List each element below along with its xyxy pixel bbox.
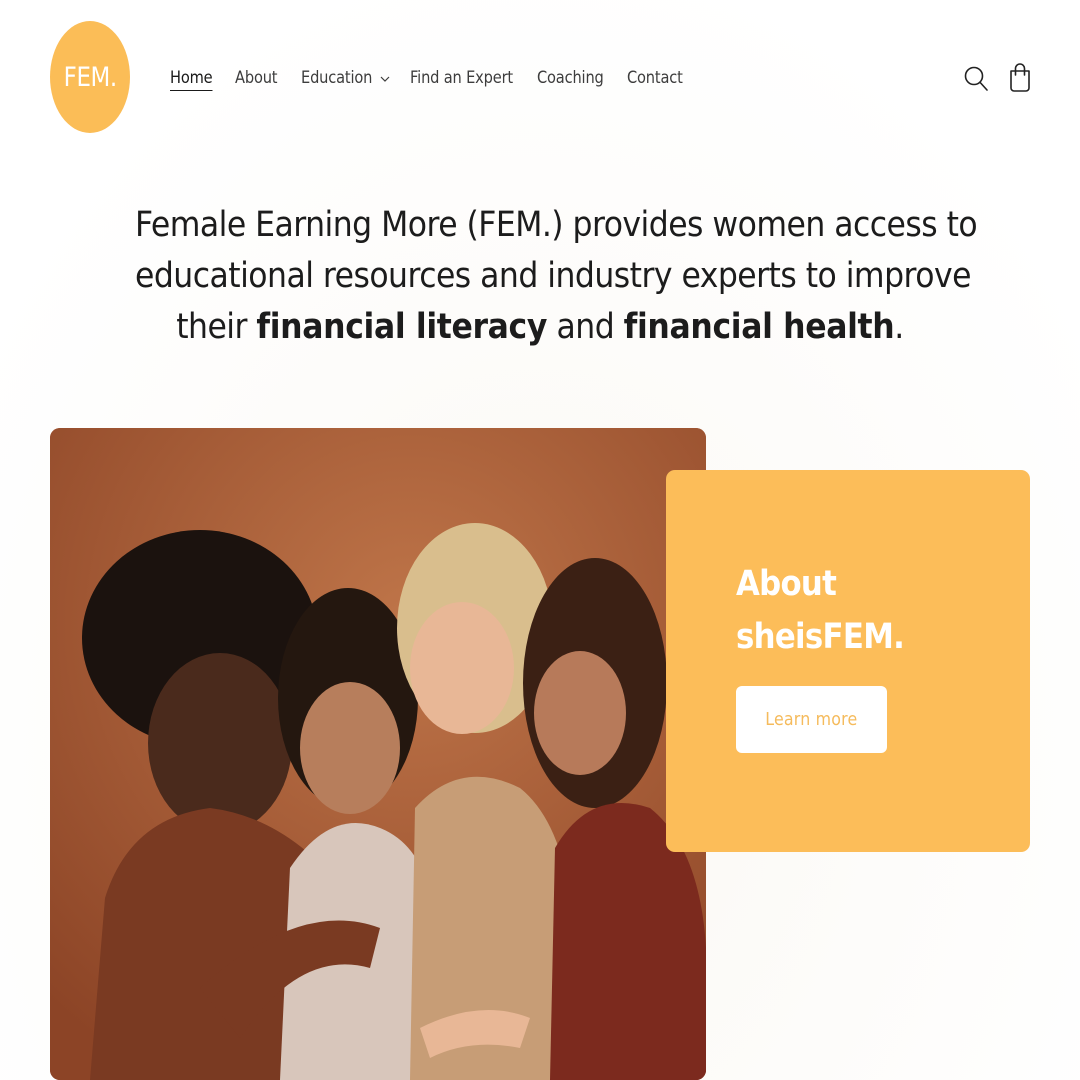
learn-more-button[interactable]: Learn more [736,686,887,753]
nav-contact[interactable]: Contact [627,68,692,88]
hero-photo-four-women [50,428,706,1080]
nav-home[interactable]: Home [170,68,219,88]
chevron-down-icon [380,76,390,82]
about-card-title: About sheisFEM. [736,558,927,664]
highlight-financial-literacy: financial literacy [256,307,548,347]
hero-line-1: Female Earning More (FEM.) provides wome… [135,205,978,245]
nav-about[interactable]: About [235,68,284,88]
nav-contact-label: Contact [627,68,683,88]
about-card: About sheisFEM. Learn more [666,470,1030,852]
fem-logo[interactable]: FEM. [50,21,130,133]
logo-text: FEM. [63,61,117,93]
learn-more-label: Learn more [765,709,858,730]
photo-illustration [50,428,706,1080]
nav-coaching[interactable]: Coaching [537,68,615,88]
nav-home-label: Home [170,68,213,88]
hero-line-2: educational resources and industry exper… [135,256,971,296]
hero-line-3-prefix: their [176,307,257,347]
nav-education[interactable]: Education [301,68,392,88]
cart-icon[interactable] [1006,62,1036,94]
nav-education-label: Education [301,68,373,88]
about-title-line-1: About [736,564,837,604]
about-title-line-2: sheisFEM. [736,617,905,657]
search-icon[interactable] [962,62,992,94]
nav-coaching-label: Coaching [537,68,604,88]
hero-line-3-suffix: . [894,307,904,347]
hero-line-3: their financial literacy and financial h… [135,302,945,353]
nav-find-an-expert[interactable]: Find an Expert [410,68,530,88]
hero-line-3-mid: and [547,307,624,347]
hero-statement: Female Earning More (FEM.) provides wome… [90,200,990,353]
nav-about-label: About [235,68,278,88]
highlight-financial-health: financial health [623,307,895,347]
nav-find-an-expert-label: Find an Expert [410,68,513,88]
